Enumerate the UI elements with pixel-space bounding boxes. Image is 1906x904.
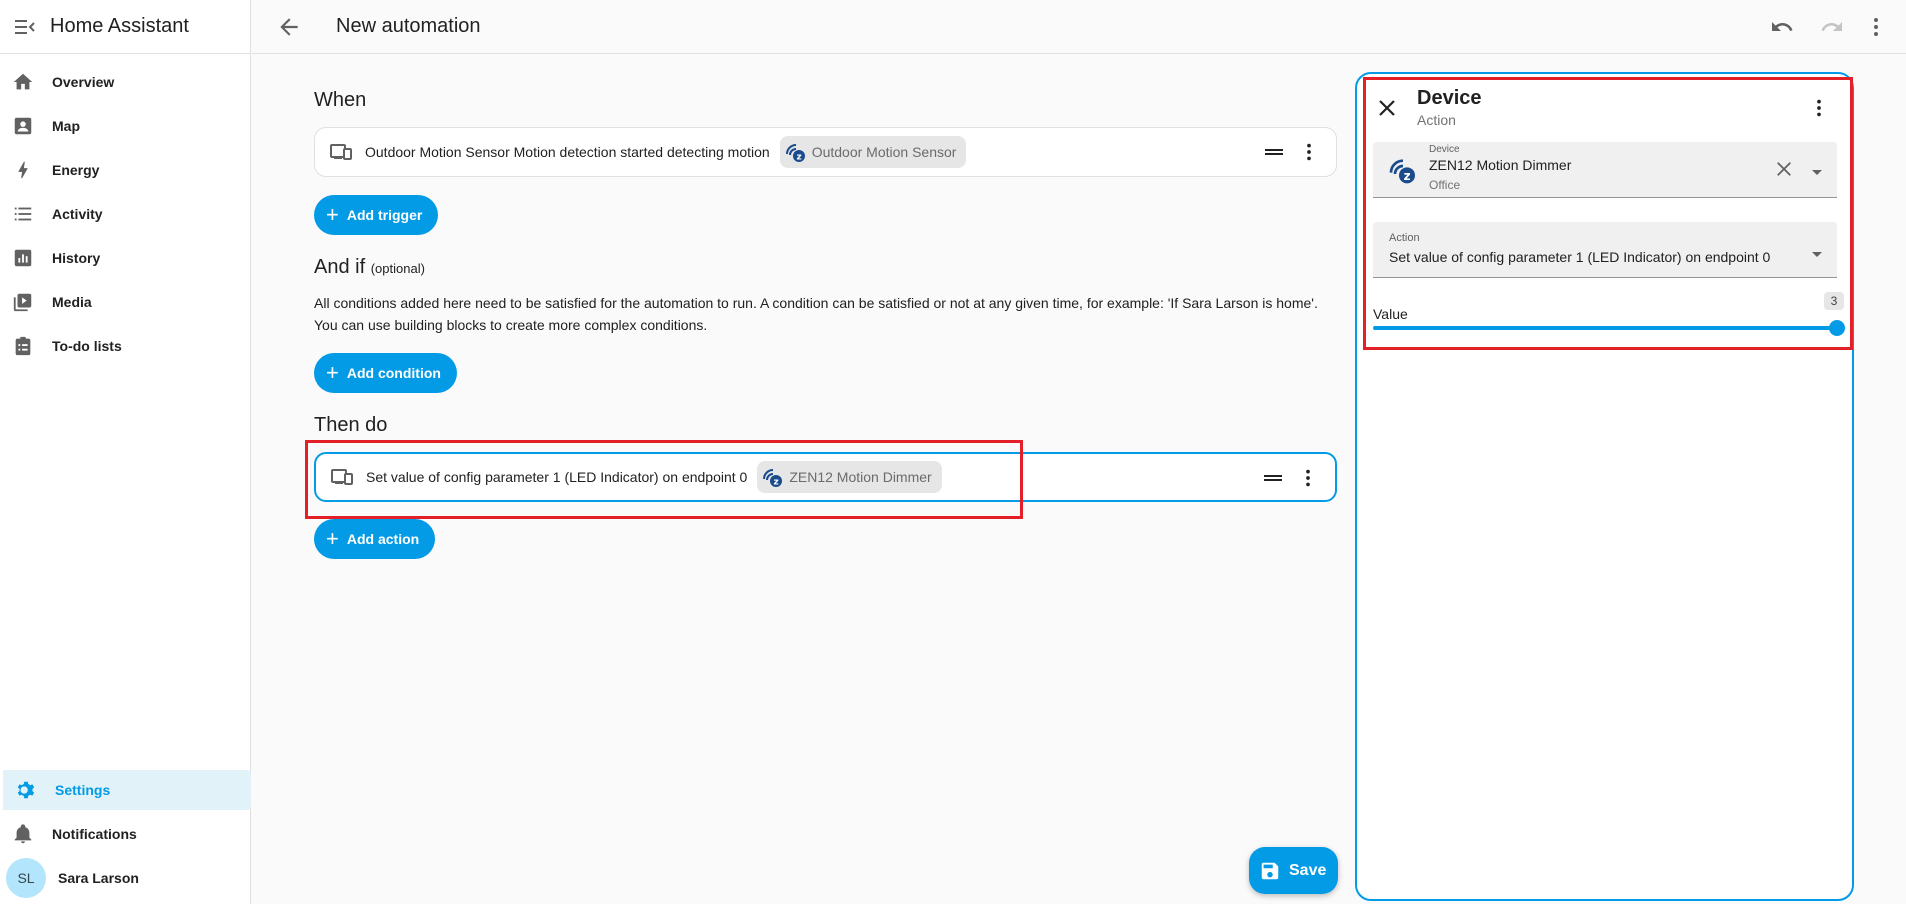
- button-label: Add trigger: [346, 207, 423, 223]
- field-label: Action: [1389, 232, 1420, 244]
- sidebar-user[interactable]: SL Sara Larson: [0, 858, 248, 898]
- top-bar: New automation: [252, 0, 1906, 54]
- sidebar-item-label: Map: [52, 118, 80, 134]
- action-editor-panel: Device Action z Device ZEN12 Motion Dimm…: [1355, 72, 1854, 901]
- panel-subtitle: Action: [1417, 112, 1456, 128]
- chevron-down-icon[interactable]: [1811, 246, 1823, 264]
- section-title-and-if: And if (optional): [314, 256, 425, 279]
- trigger-row[interactable]: Outdoor Motion Sensor Motion detection s…: [314, 127, 1337, 177]
- drag-handle-icon[interactable]: [1264, 142, 1284, 165]
- save-icon: [1259, 860, 1281, 882]
- clipboard-icon: [12, 335, 34, 357]
- zwave-icon: z: [761, 465, 785, 489]
- more-vert-icon[interactable]: [1298, 141, 1320, 166]
- action-select[interactable]: Action Set value of config parameter 1 (…: [1373, 222, 1837, 278]
- description-line: All conditions added here need to be sat…: [314, 295, 1318, 311]
- optional-label: (optional): [370, 261, 425, 276]
- sidebar-item-activity[interactable]: Activity: [0, 194, 248, 234]
- device-area: Office: [1429, 178, 1461, 192]
- sidebar-item-label: History: [52, 250, 101, 266]
- action-value: Set value of config parameter 1 (LED Ind…: [1389, 249, 1771, 265]
- undo-icon[interactable]: [1770, 15, 1794, 44]
- more-vert-icon[interactable]: [1808, 97, 1830, 124]
- action-row[interactable]: Set value of config parameter 1 (LED Ind…: [314, 452, 1337, 502]
- device-chip[interactable]: z ZEN12 Motion Dimmer: [757, 461, 942, 493]
- back-arrow-icon[interactable]: [276, 14, 302, 45]
- plus-icon: +: [326, 526, 339, 551]
- trigger-text: Outdoor Motion Sensor Motion detection s…: [365, 144, 770, 160]
- drag-handle-icon[interactable]: [1263, 468, 1283, 491]
- sidebar-item-settings[interactable]: Settings: [3, 770, 251, 810]
- svg-text:z: z: [774, 478, 779, 488]
- svg-text:z: z: [796, 153, 801, 163]
- button-label: Add condition: [346, 365, 441, 381]
- chip-label: Outdoor Motion Sensor: [811, 144, 957, 160]
- home-icon: [12, 71, 34, 93]
- slider-value-pin: 3: [1824, 292, 1844, 310]
- sidebar-item-notifications[interactable]: Notifications: [0, 814, 248, 854]
- chip-label: ZEN12 Motion Dimmer: [789, 469, 932, 485]
- sidebar-item-label: Overview: [52, 74, 115, 90]
- device-picker[interactable]: z Device ZEN12 Motion Dimmer Office: [1373, 142, 1837, 198]
- value-slider-thumb[interactable]: [1829, 320, 1845, 336]
- add-condition-button[interactable]: + Add condition: [314, 353, 457, 393]
- close-icon[interactable]: [1377, 98, 1397, 123]
- more-vert-icon[interactable]: [1297, 467, 1319, 492]
- save-label: Save: [1289, 861, 1327, 879]
- more-vert-icon[interactable]: [1864, 15, 1888, 44]
- device-icon: [329, 140, 353, 164]
- map-icon: [12, 115, 34, 137]
- description-line: You can use building blocks to create mo…: [314, 317, 708, 333]
- sidebar-item-media[interactable]: Media: [0, 282, 248, 322]
- sidebar-item-overview[interactable]: Overview: [0, 62, 248, 102]
- list-icon: [12, 203, 34, 225]
- section-title-when: When: [314, 89, 367, 111]
- avatar: SL: [6, 858, 46, 898]
- device-name: ZEN12 Motion Dimmer: [1429, 157, 1572, 173]
- sidebar-item-label: Settings: [55, 782, 111, 798]
- panel-title: Device: [1417, 87, 1482, 109]
- and-if-title: And if: [314, 256, 366, 278]
- media-icon: [12, 291, 34, 313]
- sidebar-item-energy[interactable]: Energy: [0, 150, 248, 190]
- plus-icon: +: [326, 360, 339, 385]
- user-name: Sara Larson: [58, 870, 139, 886]
- value-label: Value: [1373, 306, 1408, 322]
- add-action-button[interactable]: + Add action: [314, 519, 436, 559]
- section-title-then-do: Then do: [314, 414, 388, 436]
- page-title: New automation: [336, 15, 481, 37]
- chevron-down-icon[interactable]: [1811, 164, 1823, 182]
- field-label: Device: [1429, 144, 1460, 155]
- app-title: Home Assistant: [50, 15, 189, 37]
- sidebar: Home Assistant Overview Map Energy Activ…: [0, 0, 251, 904]
- sidebar-item-label: Activity: [52, 206, 103, 222]
- action-text: Set value of config parameter 1 (LED Ind…: [366, 469, 748, 485]
- sidebar-item-label: To-do lists: [52, 338, 122, 354]
- device-icon: [330, 465, 354, 489]
- sidebar-item-todo[interactable]: To-do lists: [0, 326, 248, 366]
- zwave-icon: z: [1387, 154, 1419, 191]
- plus-icon: +: [326, 202, 339, 227]
- bell-icon: [12, 823, 34, 845]
- chart-icon: [12, 247, 34, 269]
- lightning-icon: [12, 159, 34, 181]
- value-slider-track[interactable]: [1373, 326, 1837, 330]
- gear-icon: [15, 779, 37, 801]
- sidebar-item-map[interactable]: Map: [0, 106, 248, 146]
- device-chip[interactable]: z Outdoor Motion Sensor: [779, 136, 967, 168]
- sidebar-item-history[interactable]: History: [0, 238, 248, 278]
- menu-collapse-icon[interactable]: [12, 14, 38, 40]
- add-trigger-button[interactable]: + Add trigger: [314, 195, 439, 235]
- sidebar-item-label: Energy: [52, 162, 100, 178]
- and-if-description: All conditions added here need to be sat…: [314, 292, 1344, 336]
- redo-icon[interactable]: [1820, 15, 1844, 44]
- save-button[interactable]: Save: [1249, 847, 1338, 894]
- sidebar-item-label: Media: [52, 294, 92, 310]
- button-label: Add action: [346, 531, 420, 547]
- svg-text:z: z: [1404, 169, 1411, 183]
- zwave-icon: z: [784, 140, 808, 164]
- clear-icon[interactable]: [1775, 160, 1793, 183]
- sidebar-item-label: Notifications: [52, 826, 137, 842]
- sidebar-header: Home Assistant: [0, 0, 250, 54]
